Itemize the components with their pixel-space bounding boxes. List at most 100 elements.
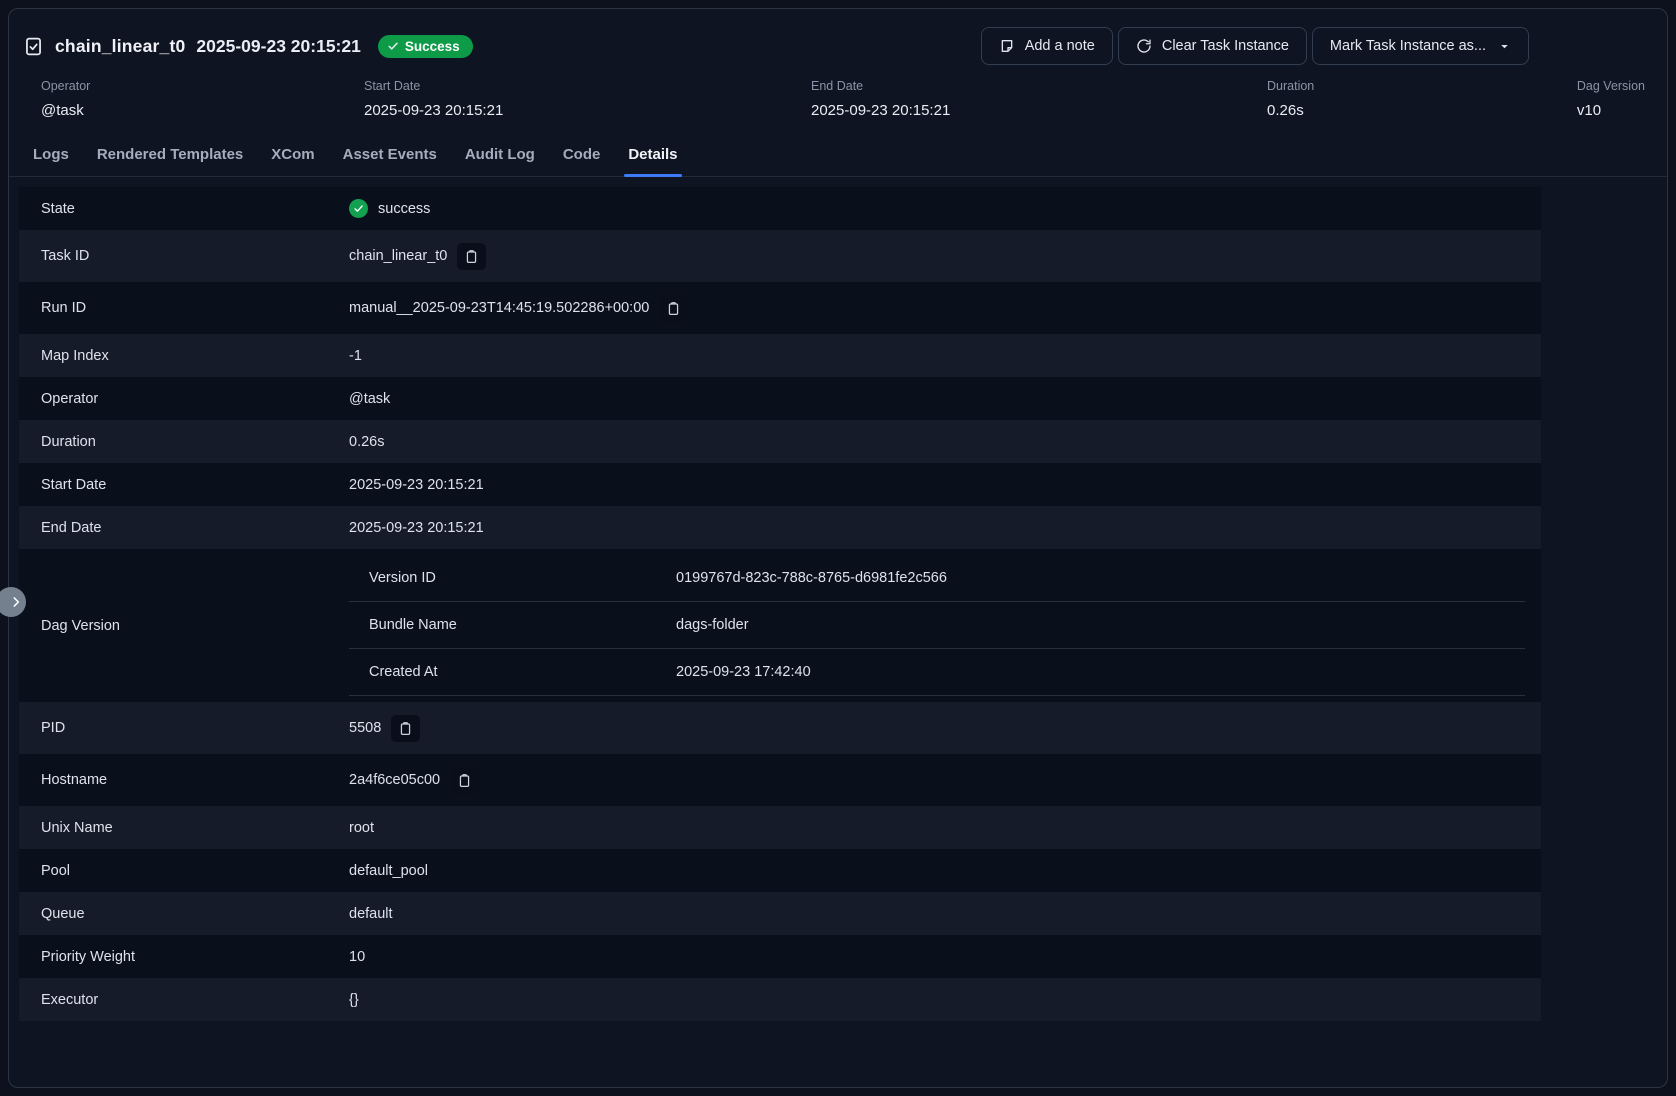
tab-audit-log[interactable]: Audit Log [451,135,549,176]
detail-row-priority-weight: Priority Weight10 [19,935,1541,978]
detail-label-operator: Operator [19,391,349,407]
copy-pid-button[interactable] [391,715,420,742]
detail-value-end-date: 2025-09-23 20:15:21 [349,520,1541,536]
tab-xcom[interactable]: XCom [257,135,328,176]
details-table: StatesuccessTask IDchain_linear_t0Run ID… [19,187,1541,1021]
detail-value-executor: {} [349,992,1541,1008]
success-badge: Success [378,35,473,58]
nested-value-bundle-name: dags-folder [676,617,1525,633]
stat-operator: Operator @task [41,79,364,119]
stat-label-operator: Operator [41,79,364,93]
nested-value-created-at: 2025-09-23 17:42:40 [676,664,1525,680]
tab-logs[interactable]: Logs [19,135,83,176]
detail-value-unix-name: root [349,820,1541,836]
clear-task-instance-button[interactable]: Clear Task Instance [1118,27,1307,65]
detail-text-pool: default_pool [349,863,428,879]
header-action-buttons: Add a note Clear Task Instance Mark Task I… [981,27,1529,65]
detail-label-priority-weight: Priority Weight [19,949,349,965]
nested-label-bundle-name: Bundle Name [349,617,676,633]
detail-text-run-id: manual__2025-09-23T14:45:19.502286+00:00 [349,300,649,316]
add-a-note-button[interactable]: Add a note [981,27,1113,65]
detail-label-queue: Queue [19,906,349,922]
detail-row-pid: PID5508 [19,702,1541,754]
nested-value-version-id: 0199767d-823c-788c-8765-d6981fe2c566 [676,570,1525,586]
copy-task-id-button[interactable] [457,243,486,270]
task-run-timestamp: 2025-09-23 20:15:21 [196,36,360,57]
detail-text-task-id: chain_linear_t0 [349,248,447,264]
state-text: success [378,201,430,217]
detail-row-pool: Pooldefault_pool [19,849,1541,892]
detail-label-hostname: Hostname [19,772,349,788]
stat-start-date: Start Date 2025-09-23 20:15:21 [364,79,811,119]
detail-text-executor: {} [349,992,359,1008]
nested-label-version-id: Version ID [349,570,676,586]
detail-row-task-id: Task IDchain_linear_t0 [19,230,1541,282]
clipboard-icon [457,773,472,788]
detail-label-task-id: Task ID [19,248,349,264]
stat-value-dag-version: v10 [1577,102,1645,119]
clear-task-instance-label: Clear Task Instance [1162,38,1289,54]
stat-value-end-date: 2025-09-23 20:15:21 [811,102,1267,119]
copy-hostname-button[interactable] [450,767,479,794]
detail-text-unix-name: root [349,820,374,836]
detail-label-pid: PID [19,720,349,736]
detail-value-pool: default_pool [349,863,1541,879]
detail-value-duration: 0.26s [349,434,1541,450]
detail-text-operator: @task [349,391,390,407]
task-title-group: chain_linear_t0 2025-09-23 20:15:21 Succ… [23,35,473,58]
stat-value-start-date: 2025-09-23 20:15:21 [364,102,811,119]
stat-duration: Duration0.26s [1267,79,1577,119]
detail-label-pool: Pool [19,863,349,879]
redo-icon [1136,38,1152,54]
clipboard-icon [464,249,479,264]
detail-row-unix-name: Unix Nameroot [19,806,1541,849]
detail-row-end-date: End Date2025-09-23 20:15:21 [19,506,1541,549]
detail-label-state: State [19,201,349,217]
stat-label-duration: Duration [1267,79,1577,93]
detail-row-start-date: Start Date2025-09-23 20:15:21 [19,463,1541,506]
detail-value-task-id: chain_linear_t0 [349,243,1541,270]
task-summary-stats: Operator@taskStart Date2025-09-23 20:15:… [9,75,1667,135]
detail-text-priority-weight: 10 [349,949,365,965]
detail-row-duration: Duration0.26s [19,420,1541,463]
detail-label-dag-version: Dag Version [19,549,349,702]
detail-value-pid: 5508 [349,715,1541,742]
detail-row-operator: Operator@task [19,377,1541,420]
detail-row-state: State success [19,187,1541,230]
stat-end-date: End Date 2025-09-23 20:15:21 [811,79,1267,119]
detail-text-queue: default [349,906,393,922]
detail-label-run-id: Run ID [19,300,349,316]
tab-asset-events[interactable]: Asset Events [329,135,451,176]
tab-details[interactable]: Details [614,135,691,176]
add-a-note-label: Add a note [1025,38,1095,54]
caret-down-icon [1496,40,1511,53]
detail-value-run-id: manual__2025-09-23T14:45:19.502286+00:00 [349,295,1541,322]
success-state-icon [349,199,368,218]
stat-value-operator: @task [41,102,364,119]
mark-task-instance-as-label: Mark Task Instance as... [1330,38,1486,54]
stat-dag-version: Dag Version v10 [1577,79,1645,119]
detail-label-map-index: Map Index [19,348,349,364]
copy-run-id-button[interactable] [659,295,688,322]
chevron-right-icon [9,595,23,609]
detail-text-hostname: 2a4f6ce05c00 [349,772,440,788]
tab-bar: LogsRendered TemplatesXComAsset EventsAu… [9,135,1667,177]
detail-row-map-index: Map Index-1 [19,334,1541,377]
detail-value-priority-weight: 10 [349,949,1541,965]
panel-header: chain_linear_t0 2025-09-23 20:15:21 Succ… [9,9,1667,75]
tab-rendered-templates[interactable]: Rendered Templates [83,135,257,176]
detail-value-dag-version: Version ID0199767d-823c-788c-8765-d6981f… [349,549,1541,702]
stat-label-start-date: Start Date [364,79,811,93]
detail-label-start-date: Start Date [19,477,349,493]
detail-value-start-date: 2025-09-23 20:15:21 [349,477,1541,493]
tab-code[interactable]: Code [549,135,615,176]
mark-task-instance-as-button[interactable]: Mark Task Instance as... [1312,27,1529,65]
stat-label-dag-version: Dag Version [1577,79,1645,93]
detail-value-queue: default [349,906,1541,922]
nested-label-created-at: Created At [349,664,676,680]
detail-row-run-id: Run IDmanual__2025-09-23T14:45:19.502286… [19,282,1541,334]
stat-label-end-date: End Date [811,79,1267,93]
detail-text-start-date: 2025-09-23 20:15:21 [349,477,484,493]
detail-value-hostname: 2a4f6ce05c00 [349,767,1541,794]
note-icon [999,38,1015,54]
